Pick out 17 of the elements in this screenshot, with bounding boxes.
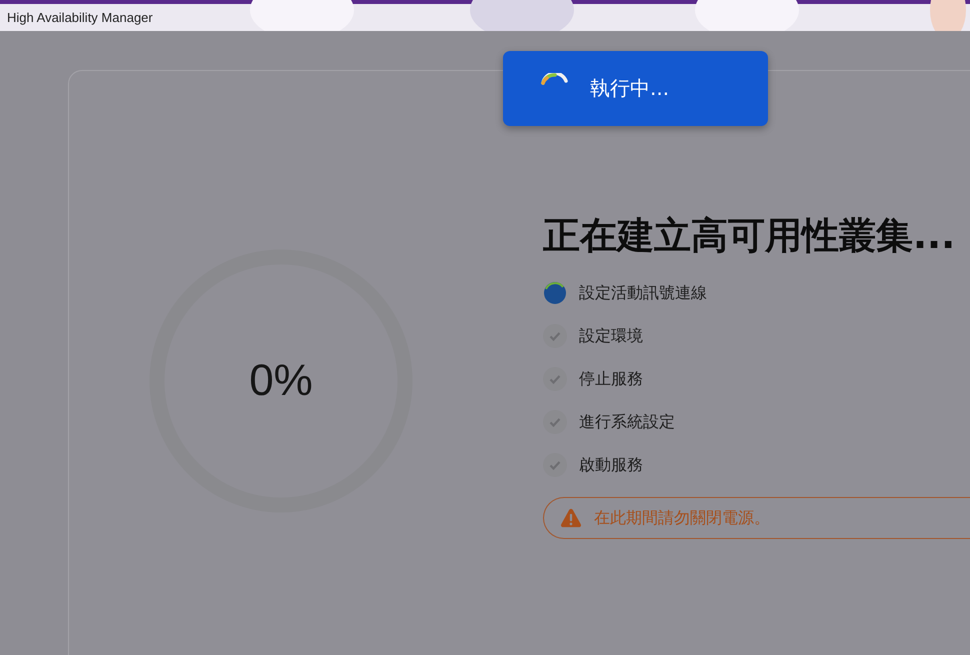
running-step-icon <box>543 281 567 305</box>
window-title: High Availability Manager <box>6 8 153 24</box>
spinner-icon <box>541 72 568 84</box>
step-label: 啟動服務 <box>579 454 643 476</box>
step-label: 設定活動訊號連線 <box>579 282 707 304</box>
check-icon <box>543 453 567 477</box>
heading: 正在建立高可用性叢集... <box>543 213 956 259</box>
warning-icon <box>560 507 582 529</box>
step-label: 停止服務 <box>579 368 643 390</box>
step-label: 設定環境 <box>579 326 643 346</box>
check-icon <box>543 367 567 391</box>
status-message: 執行中... <box>590 75 670 102</box>
step-label: 進行系統設定 <box>579 412 675 432</box>
check-icon <box>543 410 567 434</box>
progress-percentage: 0% <box>249 356 313 406</box>
warning-message: 在此期間請勿關閉電源。 <box>594 508 770 528</box>
check-icon <box>543 324 567 348</box>
